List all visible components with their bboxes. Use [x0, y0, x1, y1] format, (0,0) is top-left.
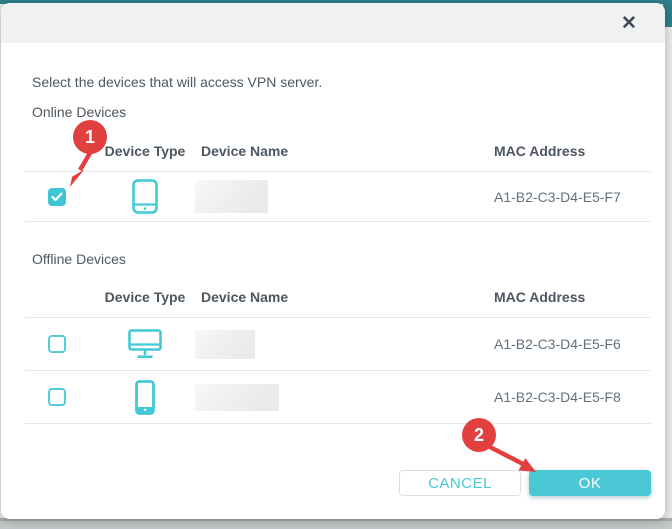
table-row: A1-B2-C3-D4-E5-F8: [25, 371, 651, 424]
device-name-redacted: [195, 330, 255, 359]
dialog-footer: CANCEL OK: [25, 470, 651, 496]
annotation-badge-1: 1: [73, 120, 107, 154]
device-name-column-header: Device Name: [195, 143, 485, 159]
annotation-badge-2: 2: [462, 418, 496, 452]
device-name-redacted: [195, 384, 279, 411]
table-row: A1-B2-C3-D4-E5-F6: [25, 318, 651, 371]
dialog-description: Select the devices that will access VPN …: [32, 74, 651, 90]
phone-icon: [135, 380, 155, 415]
device-checkbox[interactable]: [48, 388, 66, 406]
device-type-column-header: Device Type: [105, 143, 186, 159]
mac-address-column-header: MAC Address: [485, 289, 651, 305]
dialog-header: ✕: [1, 3, 665, 43]
table-row: A1-B2-C3-D4-E5-F7: [25, 172, 651, 222]
offline-table-header-row: Device Type Device Name MAC Address: [25, 267, 651, 318]
tablet-icon: [132, 179, 158, 214]
vpn-device-select-dialog: ✕ Select the devices that will access VP…: [1, 3, 665, 519]
device-checkbox[interactable]: [48, 188, 66, 206]
mac-address-value: A1-B2-C3-D4-E5-F6: [485, 336, 651, 352]
online-devices-heading: Online Devices: [32, 104, 651, 120]
desktop-icon: [128, 329, 162, 360]
mac-address-column-header: MAC Address: [485, 143, 651, 159]
device-type-column-header: Device Type: [105, 289, 186, 305]
offline-devices-heading: Offline Devices: [32, 251, 651, 267]
close-icon[interactable]: ✕: [617, 11, 641, 35]
mac-address-value: A1-B2-C3-D4-E5-F8: [485, 389, 651, 405]
device-name-column-header: Device Name: [195, 289, 485, 305]
offline-devices-table: Device Type Device Name MAC Address: [25, 267, 651, 424]
device-checkbox[interactable]: [48, 335, 66, 353]
device-name-redacted: [195, 180, 268, 213]
cancel-button[interactable]: CANCEL: [399, 470, 521, 496]
checkmark-icon: [51, 192, 63, 202]
mac-address-value: A1-B2-C3-D4-E5-F7: [485, 189, 651, 205]
page-bottom-strip: [0, 518, 672, 529]
ok-button[interactable]: OK: [529, 470, 651, 496]
online-table-header-row: Device Type Device Name MAC Address: [25, 120, 651, 172]
online-devices-table: Device Type Device Name MAC Address: [25, 120, 651, 222]
